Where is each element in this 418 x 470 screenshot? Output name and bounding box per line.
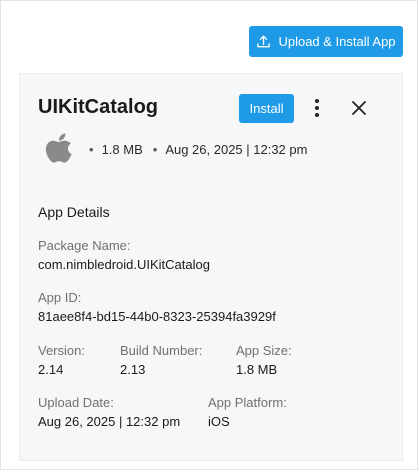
app-detail-panel: UIKitCatalog Install • 1.8 MB • Aug 26, …: [19, 73, 403, 461]
app-size-label: App Size:: [236, 343, 292, 358]
package-name-label: Package Name:: [38, 238, 131, 253]
version-label: Version:: [38, 343, 85, 358]
upload-button-label: Upload & Install App: [278, 34, 396, 49]
app-window: Upload & Install App UIKitCatalog Instal…: [0, 0, 418, 470]
more-vertical-icon[interactable]: [313, 98, 321, 118]
app-size-text: 1.8 MB: [101, 141, 143, 157]
version-value: 2.14: [38, 362, 64, 377]
app-meta-row: • 1.8 MB • Aug 26, 2025 | 12:32 pm: [45, 131, 307, 167]
app-id-label: App ID:: [38, 290, 82, 305]
upload-install-app-button[interactable]: Upload & Install App: [249, 26, 403, 57]
apple-icon: [45, 133, 72, 163]
upload-date-value: Aug 26, 2025 | 12:32 pm: [38, 414, 181, 429]
app-id-value: 81aee8f4-bd15-44b0-8323-25394fa3929f: [38, 309, 276, 324]
app-details-heading: App Details: [38, 204, 110, 220]
build-number-label: Build Number:: [120, 343, 203, 358]
upload-icon: [257, 35, 271, 48]
build-number-value: 2.13: [120, 362, 146, 377]
upload-timestamp-text: Aug 26, 2025 | 12:32 pm: [165, 141, 308, 157]
close-icon[interactable]: [351, 100, 367, 116]
app-platform-label: App Platform:: [208, 395, 287, 410]
app-platform-value: iOS: [208, 414, 230, 429]
upload-date-label: Upload Date:: [38, 395, 114, 410]
app-size-value: 1.8 MB: [236, 362, 278, 377]
app-title: UIKitCatalog: [38, 96, 158, 118]
package-name-value: com.nimbledroid.UIKitCatalog: [38, 257, 210, 272]
install-button[interactable]: Install: [239, 94, 294, 123]
